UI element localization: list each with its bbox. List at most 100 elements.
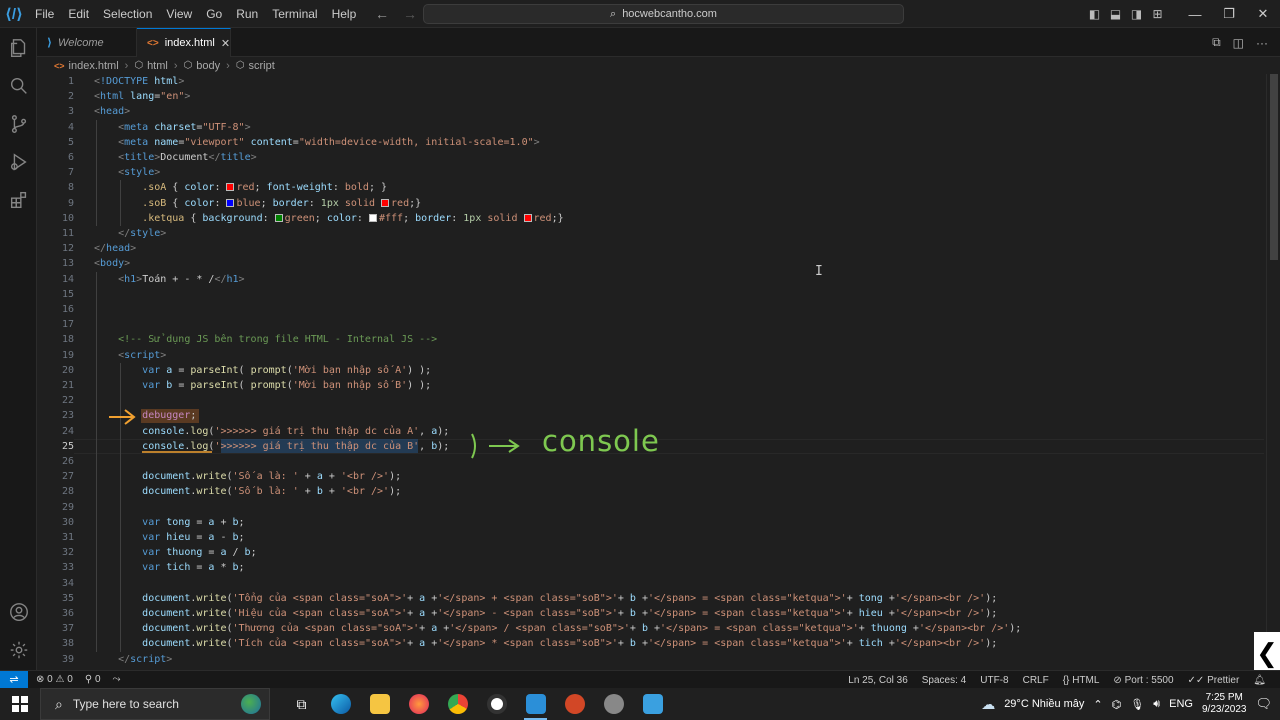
extensions-icon[interactable] xyxy=(0,182,37,218)
code-line[interactable]: <!DOCTYPE html> xyxy=(94,74,184,89)
source-control-icon[interactable] xyxy=(0,106,37,142)
ports-indicator[interactable]: ⚲ 0 xyxy=(85,674,101,685)
code-line[interactable]: <head> xyxy=(94,104,130,119)
close-tab-icon[interactable]: ✕ xyxy=(221,37,230,50)
explorer-icon[interactable] xyxy=(0,30,37,66)
code-line[interactable]: var thuong = a / b; xyxy=(94,545,256,560)
breadcrumb-body[interactable]: body xyxy=(196,60,220,72)
code-line[interactable]: <html lang="en"> xyxy=(94,89,190,104)
toggle-panel-icon[interactable]: ⬓ xyxy=(1105,7,1126,21)
indentation[interactable]: Spaces: 4 xyxy=(922,675,966,686)
remote-indicator-icon[interactable]: ⇌ xyxy=(0,670,28,689)
menu-edit[interactable]: Edit xyxy=(61,0,96,28)
collapse-chevron-left-icon[interactable]: ❮ xyxy=(1254,632,1280,674)
tab-welcome[interactable]: ⟩ Welcome xyxy=(37,28,137,57)
forward-arrow-icon[interactable]: → xyxy=(403,6,417,22)
github-desktop-icon[interactable] xyxy=(477,688,516,720)
code-line[interactable]: .ketqua { background: green; color: #fff… xyxy=(94,211,563,226)
menu-run[interactable]: Run xyxy=(229,0,265,28)
scrollbar-thumb[interactable] xyxy=(1270,74,1278,260)
windows-start-icon[interactable] xyxy=(0,688,40,720)
run-debug-icon[interactable] xyxy=(0,144,37,180)
volume-icon[interactable]: 🔊︎ xyxy=(1153,698,1160,711)
menu-help[interactable]: Help xyxy=(325,0,364,28)
toggle-sidebar-icon[interactable]: ◧ xyxy=(1084,7,1105,21)
chrome-icon[interactable] xyxy=(438,688,477,720)
code-line[interactable]: <title>Document</title> xyxy=(94,150,257,165)
code-line[interactable]: <body> xyxy=(94,256,130,271)
code-line[interactable]: .soB { color: blue; border: 1px solid re… xyxy=(94,196,421,211)
menu-go[interactable]: Go xyxy=(199,0,229,28)
live-share-icon[interactable]: ⤳ xyxy=(113,674,121,685)
editor-scrollbar[interactable] xyxy=(1266,74,1280,670)
network-icon[interactable]: ⌬ xyxy=(1112,698,1122,711)
code-line[interactable]: debugger; xyxy=(94,408,196,423)
code-line[interactable]: console.log('>>>>>> giá trị thu thập dc … xyxy=(94,439,449,454)
language-mode[interactable]: {} HTML xyxy=(1063,675,1100,686)
menu-terminal[interactable]: Terminal xyxy=(265,0,324,28)
code-line[interactable]: document.write('Tích của <span class="so… xyxy=(94,636,997,651)
breadcrumb-file[interactable]: index.html xyxy=(69,60,119,72)
file-explorer-icon[interactable] xyxy=(360,688,399,720)
code-line[interactable]: </script> xyxy=(94,652,172,667)
close-window-icon[interactable]: ✕ xyxy=(1246,6,1280,22)
more-actions-icon[interactable]: ··· xyxy=(1256,36,1268,50)
tab-index-html[interactable]: <> index.html ✕ xyxy=(137,28,231,57)
code-line[interactable]: console.log('>>>>>> giá trị thu thập dc … xyxy=(94,424,449,439)
code-line[interactable]: <!-- Sử dụng JS bên trong file HTML - In… xyxy=(94,332,437,347)
code-line[interactable]: .soA { color: red; font-weight: bold; } xyxy=(94,180,387,195)
code-line[interactable]: <meta charset="UTF-8"> xyxy=(94,120,251,135)
account-icon[interactable] xyxy=(0,594,37,630)
split-editor-icon[interactable]: ◫ xyxy=(1233,36,1244,50)
notification-center-icon[interactable]: 🗨︎ xyxy=(1255,696,1272,712)
code-editor[interactable]: 1 2 3 4 5 6 7 8 9 10 11 12 13 14 15 16 17 18 19 20 21 22 23 24 2… xyxy=(37,74,1280,670)
taskbar-search-input[interactable]: ⌕ Type here to search xyxy=(40,688,270,720)
code-line[interactable]: var tich = a * b; xyxy=(94,560,244,575)
powerpoint-icon[interactable] xyxy=(555,688,594,720)
edge-icon[interactable] xyxy=(321,688,360,720)
vscode-taskbar-icon[interactable] xyxy=(516,688,555,720)
live-server-port[interactable]: ⊘ Port : 5500 xyxy=(1113,675,1173,686)
breadcrumb-script[interactable]: script xyxy=(249,60,275,72)
problems-indicator[interactable]: ⊗ 0 ⚠ 0 xyxy=(36,674,73,685)
menu-selection[interactable]: Selection xyxy=(96,0,159,28)
code-line[interactable]: document.write('Số a là: ' + a + '<br />… xyxy=(94,469,401,484)
breadcrumb-html[interactable]: html xyxy=(147,60,168,72)
code-line[interactable]: var a = parseInt( prompt('Mời bạn nhập s… xyxy=(94,363,431,378)
prettier-status[interactable]: ✓✓ Prettier xyxy=(1188,675,1240,686)
code-line[interactable]: document.write('Số b là: ' + b + '<br />… xyxy=(94,484,401,499)
code-line[interactable]: document.write('Thương của <span class="… xyxy=(94,621,1021,636)
code-line[interactable]: <script> xyxy=(94,348,166,363)
code-line[interactable]: <h1>Toán + - * /</h1> xyxy=(94,272,244,287)
code-line[interactable]: document.write('Hiệu của <span class="so… xyxy=(94,606,997,621)
encoding[interactable]: UTF-8 xyxy=(980,675,1008,686)
minimize-icon[interactable]: — xyxy=(1178,7,1212,22)
code-line[interactable]: <style> xyxy=(94,165,160,180)
menu-file[interactable]: File xyxy=(28,0,61,28)
weather-text[interactable]: 29°C Nhiều mây xyxy=(1004,698,1084,710)
cursor-position[interactable]: Ln 25, Col 36 xyxy=(848,675,908,686)
notifications-bell-icon[interactable]: 🔔︎ xyxy=(1253,675,1266,686)
app-window-icon[interactable] xyxy=(633,688,672,720)
command-center-search[interactable]: ⌕ hocwebcantho.com xyxy=(423,4,904,24)
code-line[interactable]: var hieu = a - b; xyxy=(94,530,244,545)
code-line[interactable]: </style> xyxy=(94,226,166,241)
settings-gear-icon[interactable] xyxy=(0,632,37,668)
clock[interactable]: 7:25 PM 9/23/2023 xyxy=(1202,692,1247,716)
code-line[interactable]: var tong = a + b; xyxy=(94,515,244,530)
search-sidebar-icon[interactable] xyxy=(0,68,37,104)
code-line[interactable]: document.write('Tổng của <span class="so… xyxy=(94,591,997,606)
code-area[interactable]: <!DOCTYPE html> <html lang="en"> <head> <m… xyxy=(94,74,1254,670)
task-view-icon[interactable]: ⧉ xyxy=(282,688,321,720)
restore-icon[interactable]: ❐ xyxy=(1212,6,1246,22)
firefox-icon[interactable] xyxy=(399,688,438,720)
back-arrow-icon[interactable]: ← xyxy=(375,6,389,22)
input-language[interactable]: ENG xyxy=(1169,698,1193,710)
chevron-up-icon[interactable]: ⌃ xyxy=(1093,698,1102,711)
settings-app-icon[interactable] xyxy=(594,688,633,720)
microphone-icon[interactable]: 🎙︎ xyxy=(1130,698,1144,711)
open-preview-icon[interactable]: ⧉ xyxy=(1212,35,1221,50)
code-line[interactable]: </head> xyxy=(94,241,136,256)
customize-layout-icon[interactable]: ⊞ xyxy=(1147,7,1168,21)
line-ending[interactable]: CRLF xyxy=(1023,675,1049,686)
